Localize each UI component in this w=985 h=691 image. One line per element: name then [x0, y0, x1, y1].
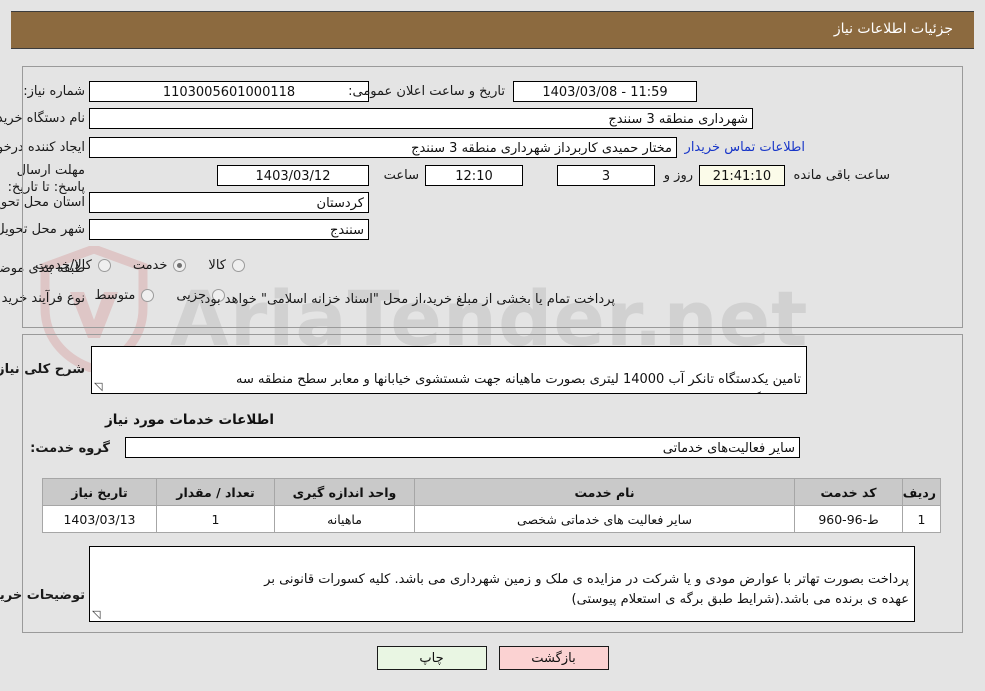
- details-panel: [22, 334, 963, 633]
- back-button[interactable]: بازگشت: [498, 646, 609, 670]
- page-root: AriaTender.net جزئیات اطلاعات نیاز شماره…: [0, 0, 985, 691]
- page-title-bar: جزئیات اطلاعات نیاز: [11, 11, 974, 49]
- page-title: جزئیات اطلاعات نیاز: [833, 21, 953, 37]
- need-info-panel: [22, 66, 963, 328]
- print-button[interactable]: چاپ: [376, 646, 487, 670]
- action-buttons: بازگشت چاپ: [0, 646, 985, 670]
